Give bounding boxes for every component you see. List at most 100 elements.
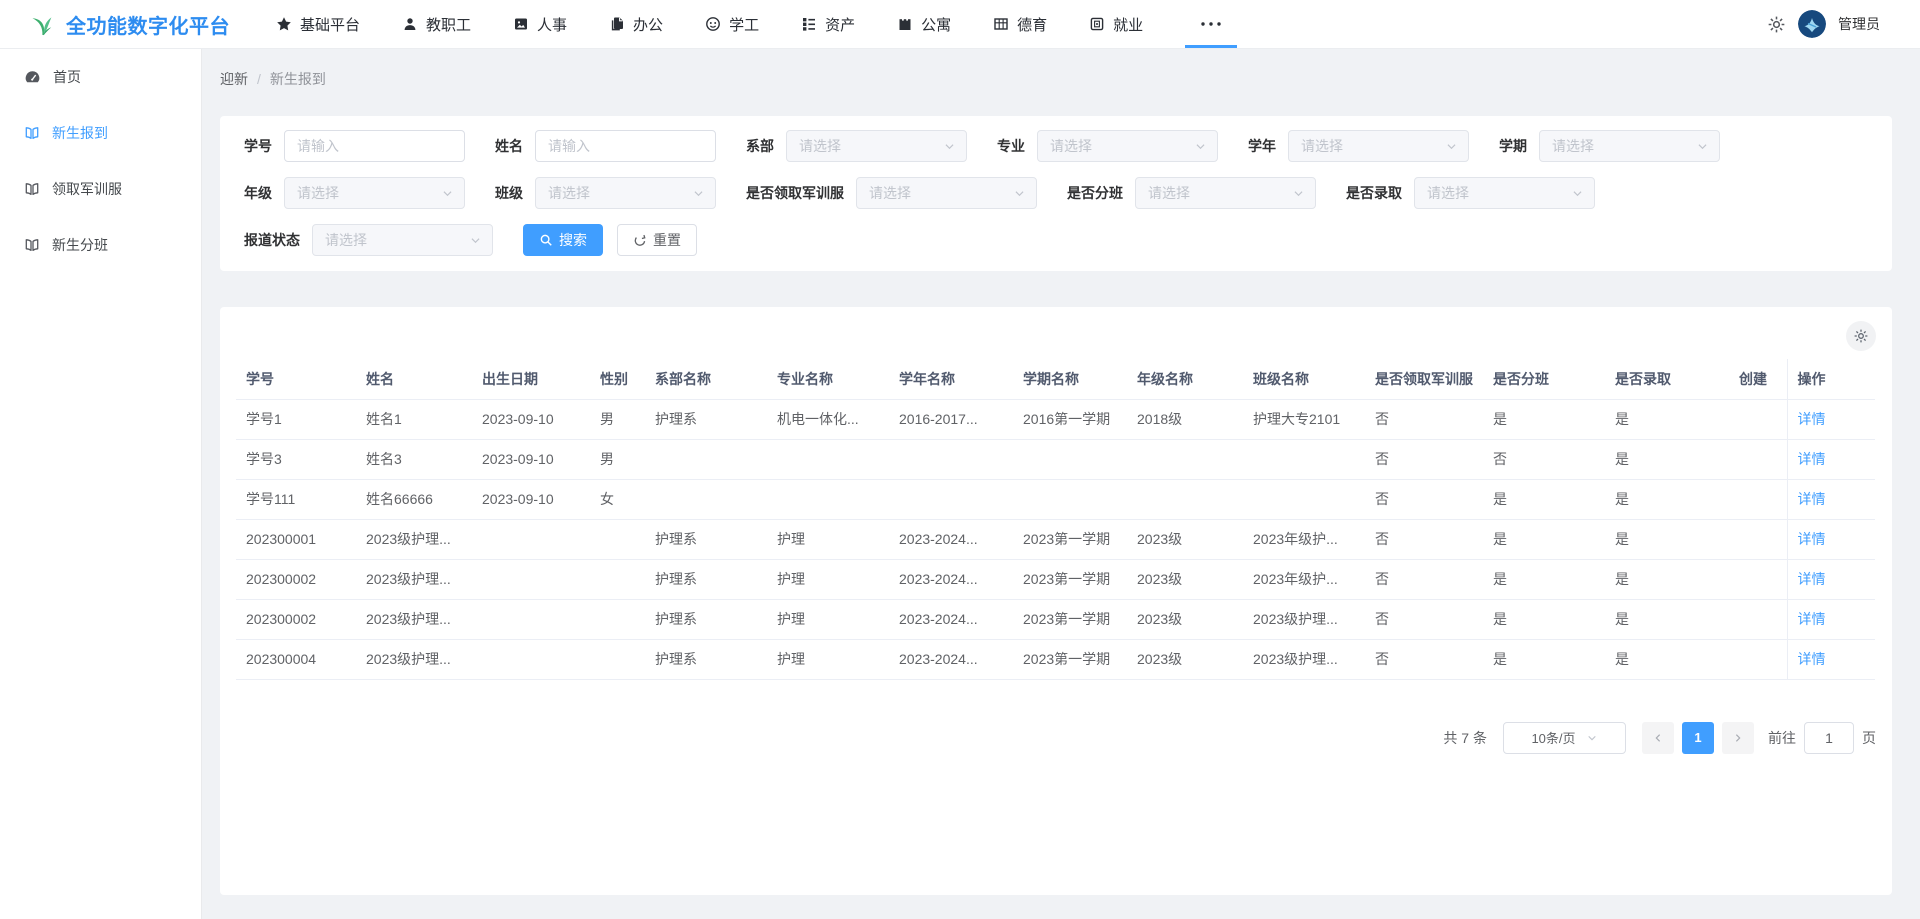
nav-item-label: 基础平台 — [300, 14, 360, 35]
table-cell: 护理系 — [645, 599, 767, 639]
settings-gear-icon[interactable] — [1767, 15, 1786, 34]
table-cell: 2016第一学期 — [1013, 399, 1127, 439]
chevron-down-icon — [1013, 187, 1026, 200]
sidebar-item-新生报到[interactable]: 新生报到 — [0, 113, 201, 153]
column-header-5: 专业名称 — [767, 359, 889, 399]
avatar[interactable] — [1798, 10, 1826, 38]
chevron-down-icon — [1696, 140, 1709, 153]
sidebar-item-领取军训服[interactable]: 领取军训服 — [0, 169, 201, 209]
column-header-0: 学号 — [236, 359, 356, 399]
chevron-down-icon — [1571, 187, 1584, 200]
reset-button[interactable]: 重置 — [617, 224, 697, 256]
detail-link[interactable]: 详情 — [1798, 451, 1826, 467]
table-cell: 否 — [1365, 519, 1483, 559]
table-cell: 2023第一学期 — [1013, 599, 1127, 639]
table-cell: 2023-2024... — [889, 519, 1013, 559]
table-row: 学号111姓名666662023-09-10女否是是详情 — [236, 479, 1875, 519]
filter-select-3[interactable]: 请选择 — [1037, 130, 1218, 162]
filter-item: 是否领取军训服请选择 — [746, 177, 1037, 209]
table-settings-button[interactable] — [1846, 321, 1876, 351]
table-cell: 是 — [1605, 639, 1729, 679]
nav-item-资产[interactable]: 资产 — [801, 0, 855, 48]
nav-item-办公[interactable]: 办公 — [609, 0, 663, 48]
book-icon — [24, 237, 40, 253]
table-cell: 否 — [1483, 439, 1605, 479]
filter-input-1[interactable] — [535, 130, 716, 162]
detail-link[interactable]: 详情 — [1798, 411, 1826, 427]
sidebar-item-新生分班[interactable]: 新生分班 — [0, 225, 201, 265]
table-cell: 2023级护理... — [356, 599, 472, 639]
goto-page-input[interactable] — [1804, 722, 1854, 754]
filter-select-9[interactable]: 请选择 — [1135, 177, 1316, 209]
nav-item-学工[interactable]: 学工 — [705, 0, 759, 48]
table-row: 2023000022023级护理...护理系护理2023-2024...2023… — [236, 599, 1875, 639]
table-cell — [645, 479, 767, 519]
filter-select-2[interactable]: 请选择 — [786, 130, 967, 162]
page-size-select[interactable]: 10条/页 — [1503, 722, 1626, 754]
nav-item-label: 德育 — [1017, 14, 1047, 35]
detail-link[interactable]: 详情 — [1798, 571, 1826, 587]
nav-menu: 基础平台 教职工人事办公学工资产公寓 德育 就业 — [276, 0, 1767, 48]
filter-input-0[interactable] — [284, 130, 465, 162]
filter-form: 学号姓名系部请选择专业请选择学年请选择学期请选择年级请选择班级请选择是否领取军训… — [244, 130, 1872, 271]
filter-select-5[interactable]: 请选择 — [1539, 130, 1720, 162]
table-cell — [1729, 559, 1787, 599]
filter-select-4[interactable]: 请选择 — [1288, 130, 1469, 162]
actions-cell: 详情 — [1787, 559, 1875, 599]
ellipsis-icon — [1199, 16, 1223, 32]
filter-select-8[interactable]: 请选择 — [856, 177, 1037, 209]
filter-item: 姓名 — [495, 130, 716, 162]
nav-item-德育[interactable]: 德育 — [993, 0, 1047, 48]
filter-item: 学号 — [244, 130, 465, 162]
table-cell: 护理系 — [645, 639, 767, 679]
table-cell: 否 — [1365, 599, 1483, 639]
nav-item-公寓[interactable]: 公寓 — [897, 0, 951, 48]
table-cell: 2023年级护... — [1243, 519, 1365, 559]
breadcrumb-item[interactable]: 迎新 — [220, 69, 248, 89]
table-cell — [1729, 599, 1787, 639]
search-button[interactable]: 搜索 — [523, 224, 603, 256]
detail-link[interactable]: 详情 — [1798, 531, 1826, 547]
pagination: 共 7 条 10条/页 1 前往 页 — [236, 722, 1876, 754]
detail-link[interactable]: 详情 — [1798, 611, 1826, 627]
sidebar-item-首页[interactable]: 首页 — [0, 57, 201, 97]
nav-item-人事[interactable]: 人事 — [513, 0, 567, 48]
table-cell: 女 — [590, 479, 645, 519]
brand[interactable]: 全功能数字化平台 — [30, 10, 230, 39]
detail-link[interactable]: 详情 — [1798, 651, 1826, 667]
table-cell — [1729, 479, 1787, 519]
prev-page-button[interactable] — [1642, 722, 1674, 754]
nav-item-教职工[interactable]: 教职工 — [402, 0, 471, 48]
filter-select-11[interactable]: 请选择 — [312, 224, 493, 256]
table-cell: 2023级护理... — [1243, 639, 1365, 679]
filter-select-6[interactable]: 请选择 — [284, 177, 465, 209]
table-cell: 2023-09-10 — [472, 439, 590, 479]
table-cell: 是 — [1483, 399, 1605, 439]
filter-label: 专业 — [997, 136, 1025, 156]
nav-item-基础平台[interactable]: 基础平台 — [276, 0, 360, 48]
table-cell — [1127, 479, 1243, 519]
table-cell: 护理系 — [645, 559, 767, 599]
goto-label: 前往 — [1768, 728, 1796, 748]
filter-select-7[interactable]: 请选择 — [535, 177, 716, 209]
table-cell: 否 — [1365, 559, 1483, 599]
next-page-button[interactable] — [1722, 722, 1754, 754]
table-cell: 是 — [1483, 639, 1605, 679]
table-cell: 护理 — [767, 559, 889, 599]
actions-cell: 详情 — [1787, 599, 1875, 639]
table-cell: 2023-09-10 — [472, 479, 590, 519]
filter-select-10[interactable]: 请选择 — [1414, 177, 1595, 209]
admin-label[interactable]: 管理员 — [1838, 14, 1880, 34]
table-cell: 是 — [1605, 559, 1729, 599]
filter-item: 是否录取请选择 — [1346, 177, 1595, 209]
page-1-button[interactable]: 1 — [1682, 722, 1714, 754]
detail-link[interactable]: 详情 — [1798, 491, 1826, 507]
filter-item: 年级请选择 — [244, 177, 465, 209]
table-cell — [645, 439, 767, 479]
table-cell: 2023-09-10 — [472, 399, 590, 439]
nav-item-more[interactable] — [1185, 0, 1237, 48]
table-cell — [1729, 519, 1787, 559]
table-cell: 是 — [1605, 599, 1729, 639]
nav-item-就业[interactable]: 就业 — [1089, 0, 1143, 48]
table-cell — [1729, 399, 1787, 439]
